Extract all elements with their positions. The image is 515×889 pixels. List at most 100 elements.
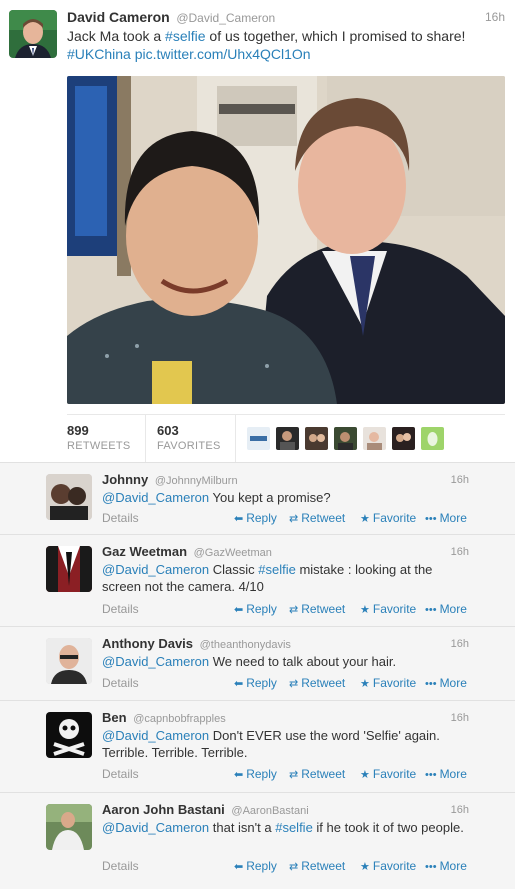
avatar[interactable] [363,427,386,450]
mention-link[interactable]: @David_Cameron [102,490,209,505]
favorite-button[interactable]: ★ Favorite [360,767,416,781]
hashtag-link[interactable]: #selfie [165,28,205,44]
reply-icon: ⬅ [234,861,244,873]
reply-label: Reply [246,511,277,525]
retweet-button[interactable]: ⇄ Retweet [289,859,345,873]
reply-header: Johnny @JohnnyMilburn 16h [102,472,469,488]
author-name[interactable]: Ben [102,710,127,725]
avatar[interactable] [46,804,92,850]
mention-link[interactable]: @David_Cameron [102,728,209,743]
mention-link[interactable]: @David_Cameron [102,562,209,577]
author-handle[interactable]: @theanthonydavis [200,639,291,651]
more-button[interactable]: ••• More [425,511,467,525]
divider [235,415,236,463]
list-item: Ben @capnbobfrapples 16h @David_Cameron … [0,700,515,792]
reply-button[interactable]: ⬅ Reply [234,511,277,525]
reply-label: Reply [246,859,277,873]
timestamp[interactable]: 16h [485,10,505,24]
retweet-button[interactable]: ⇄ Retweet [289,767,345,781]
retweet-icon: ⇄ [289,678,299,690]
reply-button[interactable]: ⬅ Reply [234,767,277,781]
list-item: Aaron John Bastani @AaronBastani 16h @Da… [0,792,515,889]
retweets-count: 899 [67,423,89,438]
details-link[interactable]: Details [102,602,139,616]
reply-text: @David_Cameron Don't EVER use the word '… [102,727,472,761]
author-name[interactable]: David Cameron [67,9,170,25]
reply-label: Reply [246,767,277,781]
author-handle[interactable]: @capnbobfrapples [133,713,226,725]
favorite-button[interactable]: ★ Favorite [360,602,416,616]
reply-text-part: You kept a promise? [209,490,331,505]
avatar[interactable] [421,427,444,450]
favorite-button[interactable]: ★ Favorite [360,859,416,873]
reply-button[interactable]: ⬅ Reply [234,676,277,690]
avatar[interactable] [247,427,270,450]
hashtag-link[interactable]: #selfie [275,820,313,835]
divider [145,415,146,463]
details-link[interactable]: Details [102,511,139,525]
reply-actions: Details ⬅ Reply ⇄ Retweet ★ Favorite ••• Mor… [102,767,469,783]
favorite-button[interactable]: ★ Favorite [360,511,416,525]
avatar[interactable] [46,638,92,684]
author-name[interactable]: Johnny [102,472,148,487]
tweet-photo[interactable] [67,76,505,404]
retweets-stat[interactable]: 899 RETWEETS [67,423,131,452]
more-label: More [439,859,467,873]
list-item: Johnny @JohnnyMilburn 16h @David_Cameron… [0,462,515,534]
avatar[interactable] [334,427,357,450]
timestamp[interactable]: 16h [451,546,469,558]
mention-link[interactable]: @David_Cameron [102,654,209,669]
avatar[interactable] [46,712,92,758]
star-icon: ★ [360,861,370,873]
reply-text: @David_Cameron We need to talk about you… [102,653,472,670]
author-handle[interactable]: @David_Cameron [176,11,275,25]
main-tweet: David Cameron @David_Cameron 16h Jack Ma… [0,0,515,463]
retweet-button[interactable]: ⇄ Retweet [289,602,345,616]
favorites-stat[interactable]: 603 FAVORITES [157,423,221,452]
author-handle[interactable]: @AaronBastani [231,805,308,817]
avatar[interactable] [46,546,92,592]
timestamp[interactable]: 16h [451,712,469,724]
reply-button[interactable]: ⬅ Reply [234,859,277,873]
hashtag-link[interactable]: #selfie [258,562,296,577]
author-handle[interactable]: @JohnnyMilburn [155,475,238,487]
avatar[interactable] [9,10,57,58]
timestamp[interactable]: 16h [451,638,469,650]
favorite-label: Favorite [372,767,417,781]
more-label: More [439,602,467,616]
author-name[interactable]: Anthony Davis [102,636,193,651]
hashtag-link[interactable]: #UKChina [67,46,131,62]
retweets-label: RETWEETS [67,440,131,452]
tweet-text-part: Jack Ma took a [67,28,166,44]
more-button[interactable]: ••• More [425,602,467,616]
reply-header: Gaz Weetman @GazWeetman 16h [102,544,469,560]
more-label: More [439,676,467,690]
more-button[interactable]: ••• More [425,859,467,873]
more-label: More [439,511,467,525]
more-button[interactable]: ••• More [425,767,467,781]
avatar[interactable] [276,427,299,450]
details-link[interactable]: Details [102,767,139,781]
more-button[interactable]: ••• More [425,676,467,690]
reply-text-part: We need to talk about your hair. [209,654,397,669]
details-link[interactable]: Details [102,859,139,873]
media-link[interactable]: pic.twitter.com/Uhx4QCl1On [135,46,311,62]
retweet-button[interactable]: ⇄ Retweet [289,676,345,690]
avatar[interactable] [305,427,328,450]
author-name[interactable]: Aaron John Bastani [102,802,225,817]
details-link[interactable]: Details [102,676,139,690]
timestamp[interactable]: 16h [451,474,469,486]
retweet-label: Retweet [301,767,346,781]
avatar[interactable] [392,427,415,450]
timestamp[interactable]: 16h [451,804,469,816]
favorite-label: Favorite [372,511,417,525]
author-handle[interactable]: @GazWeetman [194,547,272,559]
mention-link[interactable]: @David_Cameron [102,820,209,835]
retweet-button[interactable]: ⇄ Retweet [289,511,345,525]
author-name[interactable]: Gaz Weetman [102,544,187,559]
tweet-text: Jack Ma took a #selfie of us together, w… [67,27,507,63]
avatar[interactable] [46,474,92,520]
retweet-label: Retweet [301,511,346,525]
reply-button[interactable]: ⬅ Reply [234,602,277,616]
favorite-button[interactable]: ★ Favorite [360,676,416,690]
